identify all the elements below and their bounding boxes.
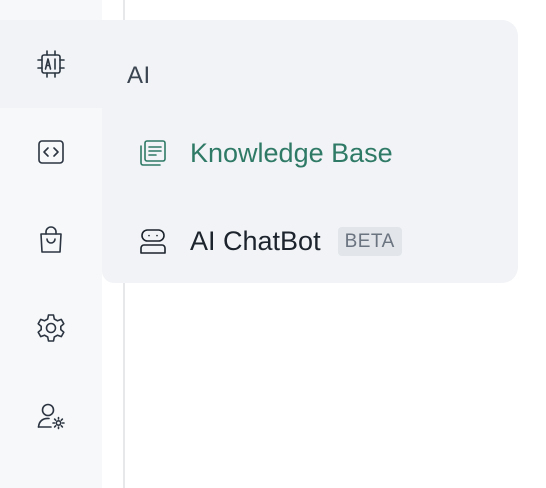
knowledge-base-icon (136, 136, 170, 170)
user-settings-icon (37, 403, 65, 430)
ai-flyout-menu: AI Knowledge Base AI ChatBot BETA (102, 20, 518, 283)
beta-badge: BETA (337, 226, 402, 256)
code-icon (38, 140, 64, 164)
sidebar-item-user-settings[interactable] (0, 372, 102, 460)
menu-item-ai-chatbot[interactable]: AI ChatBot BETA (136, 219, 402, 263)
sidebar (0, 0, 102, 488)
menu-item-label: AI ChatBot (190, 225, 321, 256)
sidebar-item-shop[interactable] (0, 196, 102, 284)
sidebar-item-ai[interactable] (0, 20, 102, 108)
menu-item-knowledge-base[interactable]: Knowledge Base (136, 131, 393, 175)
ai-chip-icon (37, 50, 65, 78)
gear-icon (37, 314, 65, 342)
sidebar-item-code[interactable] (0, 108, 102, 196)
chatbot-icon (136, 224, 170, 258)
shopping-bag-icon (40, 226, 62, 253)
sidebar-item-settings[interactable] (0, 284, 102, 372)
menu-item-label: Knowledge Base (190, 137, 393, 168)
flyout-title: AI (127, 62, 151, 89)
